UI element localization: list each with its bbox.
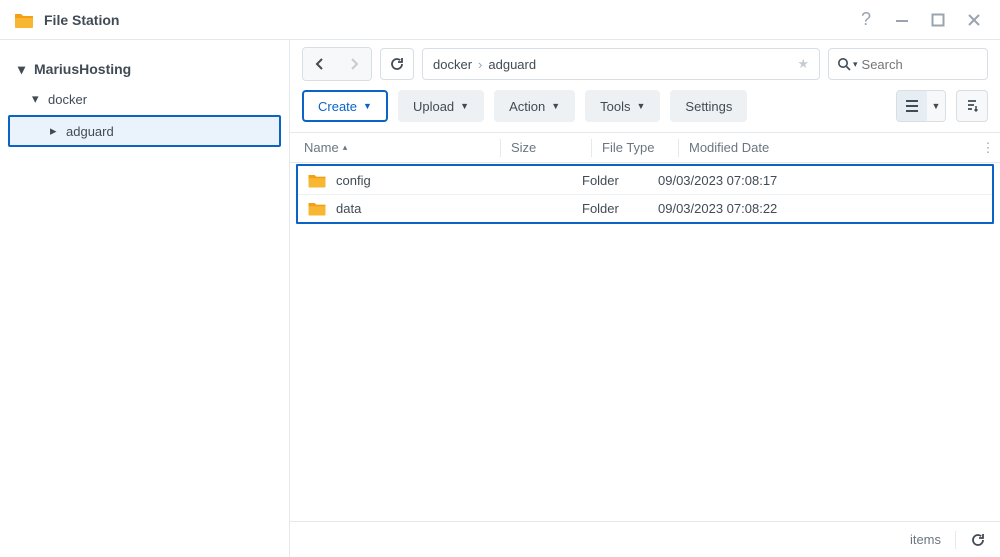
tree-item-docker[interactable]: ▾ docker	[0, 84, 289, 114]
chevron-right-icon: ›	[478, 57, 482, 72]
caret-down-icon: ▼	[932, 101, 941, 111]
sort-asc-icon: ▴	[343, 142, 348, 153]
status-items-label: items	[910, 532, 941, 547]
column-header-filetype[interactable]: File Type	[602, 140, 678, 155]
button-label: Upload	[413, 99, 454, 114]
column-header-name[interactable]: Name ▴	[290, 140, 500, 155]
table-header: Name ▴ Size File Type Modified Date ⋮	[290, 133, 1000, 163]
file-name: config	[336, 173, 371, 188]
button-label: Create	[318, 99, 357, 114]
status-bar: items	[290, 521, 1000, 557]
nav-back-button[interactable]	[303, 48, 337, 80]
column-options-icon[interactable]: ⋮	[976, 140, 1000, 156]
search-icon	[837, 57, 851, 71]
button-label: Settings	[685, 99, 732, 114]
tree-item-label: adguard	[66, 124, 114, 139]
search-input[interactable]	[860, 56, 979, 73]
file-modified: 09/03/2023 07:08:17	[658, 173, 992, 188]
action-toolbar: Create ▼ Upload ▼ Action ▼ Tools ▼ Setti…	[290, 88, 1000, 132]
button-label: Tools	[600, 99, 630, 114]
file-name: data	[336, 201, 361, 216]
sidebar: ▾ MariusHosting ▾ docker ▸ adguard	[0, 40, 290, 557]
chevron-down-icon: ▾	[18, 61, 28, 78]
refresh-button[interactable]	[380, 48, 414, 80]
search-box[interactable]: ▾	[828, 48, 988, 80]
column-header-size[interactable]: Size	[511, 140, 591, 155]
table-row[interactable]: config Folder 09/03/2023 07:08:17	[298, 166, 992, 194]
minimize-icon[interactable]	[890, 8, 914, 32]
caret-down-icon: ▼	[637, 101, 646, 111]
list-view-button[interactable]	[897, 91, 927, 121]
tree-item-label: docker	[48, 92, 87, 107]
breadcrumb-segment[interactable]: adguard	[488, 57, 536, 72]
column-label: Modified Date	[689, 140, 769, 155]
sort-button[interactable]	[956, 90, 988, 122]
nav-forward-button[interactable]	[337, 48, 371, 80]
tree-item-adguard[interactable]: ▸ adguard	[8, 115, 281, 147]
main-panel: docker › adguard ★ ▾ Create ▼ Upload ▼	[290, 40, 1000, 557]
caret-down-icon: ▼	[363, 101, 372, 111]
create-button[interactable]: Create ▼	[302, 90, 388, 122]
table-row[interactable]: data Folder 09/03/2023 07:08:22	[298, 194, 992, 222]
navigation-toolbar: docker › adguard ★ ▾	[290, 40, 1000, 88]
help-icon[interactable]: ?	[854, 8, 878, 32]
maximize-icon[interactable]	[926, 8, 950, 32]
button-label: Action	[509, 99, 545, 114]
column-header-modified[interactable]: Modified Date	[689, 140, 976, 155]
close-icon[interactable]	[962, 8, 986, 32]
favorite-star-icon[interactable]: ★	[797, 56, 809, 72]
column-label: Name	[304, 140, 339, 155]
app-folder-icon	[14, 10, 34, 30]
breadcrumb-segment[interactable]: docker	[433, 57, 472, 72]
tree-root[interactable]: ▾ MariusHosting	[0, 54, 289, 84]
dropdown-caret-icon[interactable]: ▾	[853, 59, 858, 70]
upload-button[interactable]: Upload ▼	[398, 90, 484, 122]
file-type: Folder	[582, 173, 658, 188]
file-modified: 09/03/2023 07:08:22	[658, 201, 992, 216]
file-type: Folder	[582, 201, 658, 216]
nav-back-forward-group	[302, 47, 372, 81]
caret-down-icon: ▼	[551, 101, 560, 111]
folder-icon	[308, 201, 326, 216]
chevron-down-icon: ▾	[32, 91, 42, 107]
breadcrumb[interactable]: docker › adguard ★	[422, 48, 820, 80]
file-rows-highlight: config Folder 09/03/2023 07:08:17 data F…	[296, 164, 994, 224]
caret-down-icon: ▼	[460, 101, 469, 111]
column-label: File Type	[602, 140, 655, 155]
action-button[interactable]: Action ▼	[494, 90, 575, 122]
app-title: File Station	[44, 12, 119, 28]
chevron-right-icon: ▸	[50, 123, 60, 139]
tree-root-label: MariusHosting	[34, 61, 131, 77]
settings-button[interactable]: Settings	[670, 90, 747, 122]
folder-icon	[308, 173, 326, 188]
file-table: Name ▴ Size File Type Modified Date ⋮	[290, 132, 1000, 521]
titlebar: File Station ?	[0, 0, 1000, 40]
status-refresh-button[interactable]	[970, 532, 986, 548]
view-mode-dropdown[interactable]: ▼	[927, 91, 945, 121]
column-label: Size	[511, 140, 536, 155]
view-mode-group: ▼	[896, 90, 946, 122]
tools-button[interactable]: Tools ▼	[585, 90, 660, 122]
